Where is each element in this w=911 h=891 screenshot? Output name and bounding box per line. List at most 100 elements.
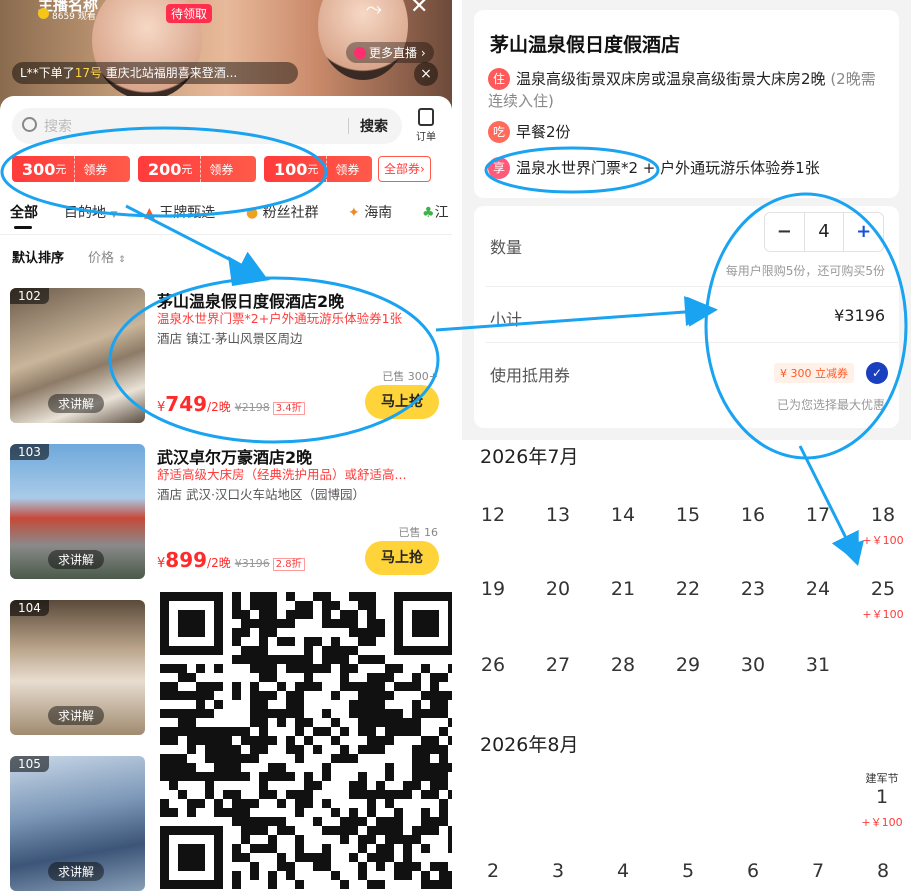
original-price: ¥2198 [234,401,270,414]
search-icon [22,117,37,132]
hotel-thumbnail[interactable]: 102 求讲解 [10,288,145,423]
calendar-day[interactable]: 21 [598,578,648,600]
buy-now-button[interactable]: 马上抢 [365,385,439,419]
calendar-day[interactable]: 24 [793,578,843,600]
calendar-day[interactable]: 23 [728,578,778,600]
tab-destination[interactable]: 目的地 ▼ [64,202,117,222]
calendar-day[interactable]: 5 [663,860,713,882]
coupon-amount: 300 [22,159,56,179]
hotel-subtitle: 温泉水世界门票*2+户外通玩游乐体验券1张 [157,311,403,326]
fire-icon: ▲ [144,205,155,221]
tab-all[interactable]: 全部 [10,202,38,222]
calendar-day[interactable]: 26 [468,654,518,676]
calendar-day[interactable]: 19 [468,578,518,600]
coupon-100[interactable]: 100 元 领券 [264,156,372,182]
hotel-subtitle: 舒适高级大床房（经典洗护用品）或舒适高... [157,467,407,482]
calendar-day[interactable]: 1 [857,786,907,808]
sort-default[interactable]: 默认排序 [12,247,64,266]
request-explain-button[interactable]: 求讲解 [48,862,105,881]
calendar-month-title: 2026年7月 [480,446,579,468]
calendar-day[interactable]: 27 [533,654,583,676]
check-icon[interactable]: ✓ [866,362,888,384]
calendar-day[interactable]: 3 [533,860,583,882]
buy-now-button[interactable]: 马上抢 [365,541,439,575]
hotel-item[interactable]: 103 求讲解 武汉卓尔万豪酒店2晚 舒适高级大床房（经典洗护用品）或舒适高..… [0,444,452,594]
calendar-day[interactable]: 28 [598,654,648,676]
sold-count: 已售 300+ [382,370,438,383]
pending-reward-button[interactable]: 待领取 [166,4,213,23]
quantity-decrease-button[interactable]: − [765,213,805,251]
live-search-icon [354,47,366,59]
calendar-month-title: 2026年8月 [480,734,579,756]
more-live-button[interactable]: 更多直播 › [346,42,434,63]
calendar-day[interactable]: 8 [858,860,908,882]
tab-jiang[interactable]: ♣江 [422,202,449,222]
calendar-day[interactable]: 13 [533,504,583,526]
quantity-value[interactable]: 4 [805,213,844,251]
request-explain-button[interactable]: 求讲解 [48,706,105,725]
divider [486,342,898,343]
all-coupons-button[interactable]: 全部券› [378,156,431,182]
tab-hainan[interactable]: ✦ 海南 [348,202,392,222]
tab-underline [14,226,32,229]
sort-price[interactable]: 价格 ⇕ [88,247,126,266]
perk-meal-text: 早餐2份 [516,123,571,141]
coupon-300[interactable]: 300 元 领券 [12,156,130,182]
calendar-day[interactable]: 29 [663,654,713,676]
calendar-day[interactable]: 18 [858,504,908,526]
calendar-day[interactable]: 4 [598,860,648,882]
calendar-day[interactable]: 14 [598,504,648,526]
share-icon[interactable]: ⤳ [366,0,382,20]
hotel-thumbnail[interactable]: 103 求讲解 [10,444,145,579]
coupon-200[interactable]: 200 元 领券 [138,156,256,182]
calendar-day[interactable]: 6 [728,860,778,882]
order-label[interactable]: 订单 [416,128,436,143]
quantity-increase-button[interactable]: + [843,213,883,251]
coupon-unit: 元 [307,163,319,176]
hotel-location: 酒店 镇江·茅山风景区周边 [157,331,303,346]
tab-jiang-label: 江 [434,205,449,221]
holiday-label: 建军节 [865,772,899,785]
coupon-action: 领券 [209,162,234,177]
coupon-action: 领券 [335,162,360,177]
tab-ace-selection[interactable]: ▲ 王牌甄选 [144,202,215,222]
qr-code [160,590,452,891]
tab-fan-label: 粉丝社群 [262,205,319,221]
request-explain-button[interactable]: 求讲解 [48,394,105,413]
calendar-day[interactable]: 15 [663,504,713,526]
perk-enjoy: 享温泉水世界门票*2 + 户外通玩游乐体验券1张 [488,157,820,179]
stay-icon: 住 [488,68,510,90]
calendar-day[interactable]: 31 [793,654,843,676]
viewer-count: 8659 观看 [38,8,96,22]
calendar-day[interactable]: 22 [663,578,713,600]
hotel-thumbnail[interactable]: 105 求讲解 [10,756,145,891]
order-icon[interactable] [418,108,434,126]
divider [486,286,898,287]
live-shop-panel: 主播名称 8659 观看 待领取 ⤳ ✕ 更多直播 › L**下单了17号 重庆… [0,0,452,891]
calendar-day[interactable]: 30 [728,654,778,676]
subtotal-label: 小计 [490,310,523,329]
calendar-day[interactable]: 20 [533,578,583,600]
calendar-day[interactable]: 25 [858,578,908,600]
hotel-price: ¥899/2晚 ¥3196 2.8折 [157,548,305,572]
calendar-day[interactable]: 7 [793,860,843,882]
calendar-day[interactable]: 17 [793,504,843,526]
request-explain-button[interactable]: 求讲解 [48,550,105,569]
quantity-stepper[interactable]: − 4 + [764,212,884,252]
calendar-day[interactable]: 12 [468,504,518,526]
close-icon[interactable]: ✕ [410,0,428,19]
viewer-count-text: 8659 观看 [52,12,96,22]
order-ticker[interactable]: L**下单了17号 重庆北站福朋喜来登酒... [12,62,298,84]
hotel-thumbnail[interactable]: 104 求讲解 [10,600,145,735]
original-price: ¥3196 [234,557,270,570]
voucher-tag[interactable]: ¥ 300 立减券 [774,363,854,383]
perk-enjoy-text: 温泉水世界门票*2 + 户外通玩游乐体验券1张 [516,159,820,177]
calendar-day[interactable]: 16 [728,504,778,526]
price-value: 899 [165,548,208,572]
tab-fan-group[interactable]: ● 粉丝社群 [246,202,319,222]
calendar-day[interactable]: 2 [468,860,518,882]
ticker-close-icon[interactable]: × [414,62,438,86]
hotel-item[interactable]: 102 求讲解 茅山温泉假日度假酒店2晚 温泉水世界门票*2+户外通玩游乐体验券… [0,288,452,438]
search-button[interactable]: 搜索 [360,116,388,136]
rank-badge: 102 [10,288,49,304]
